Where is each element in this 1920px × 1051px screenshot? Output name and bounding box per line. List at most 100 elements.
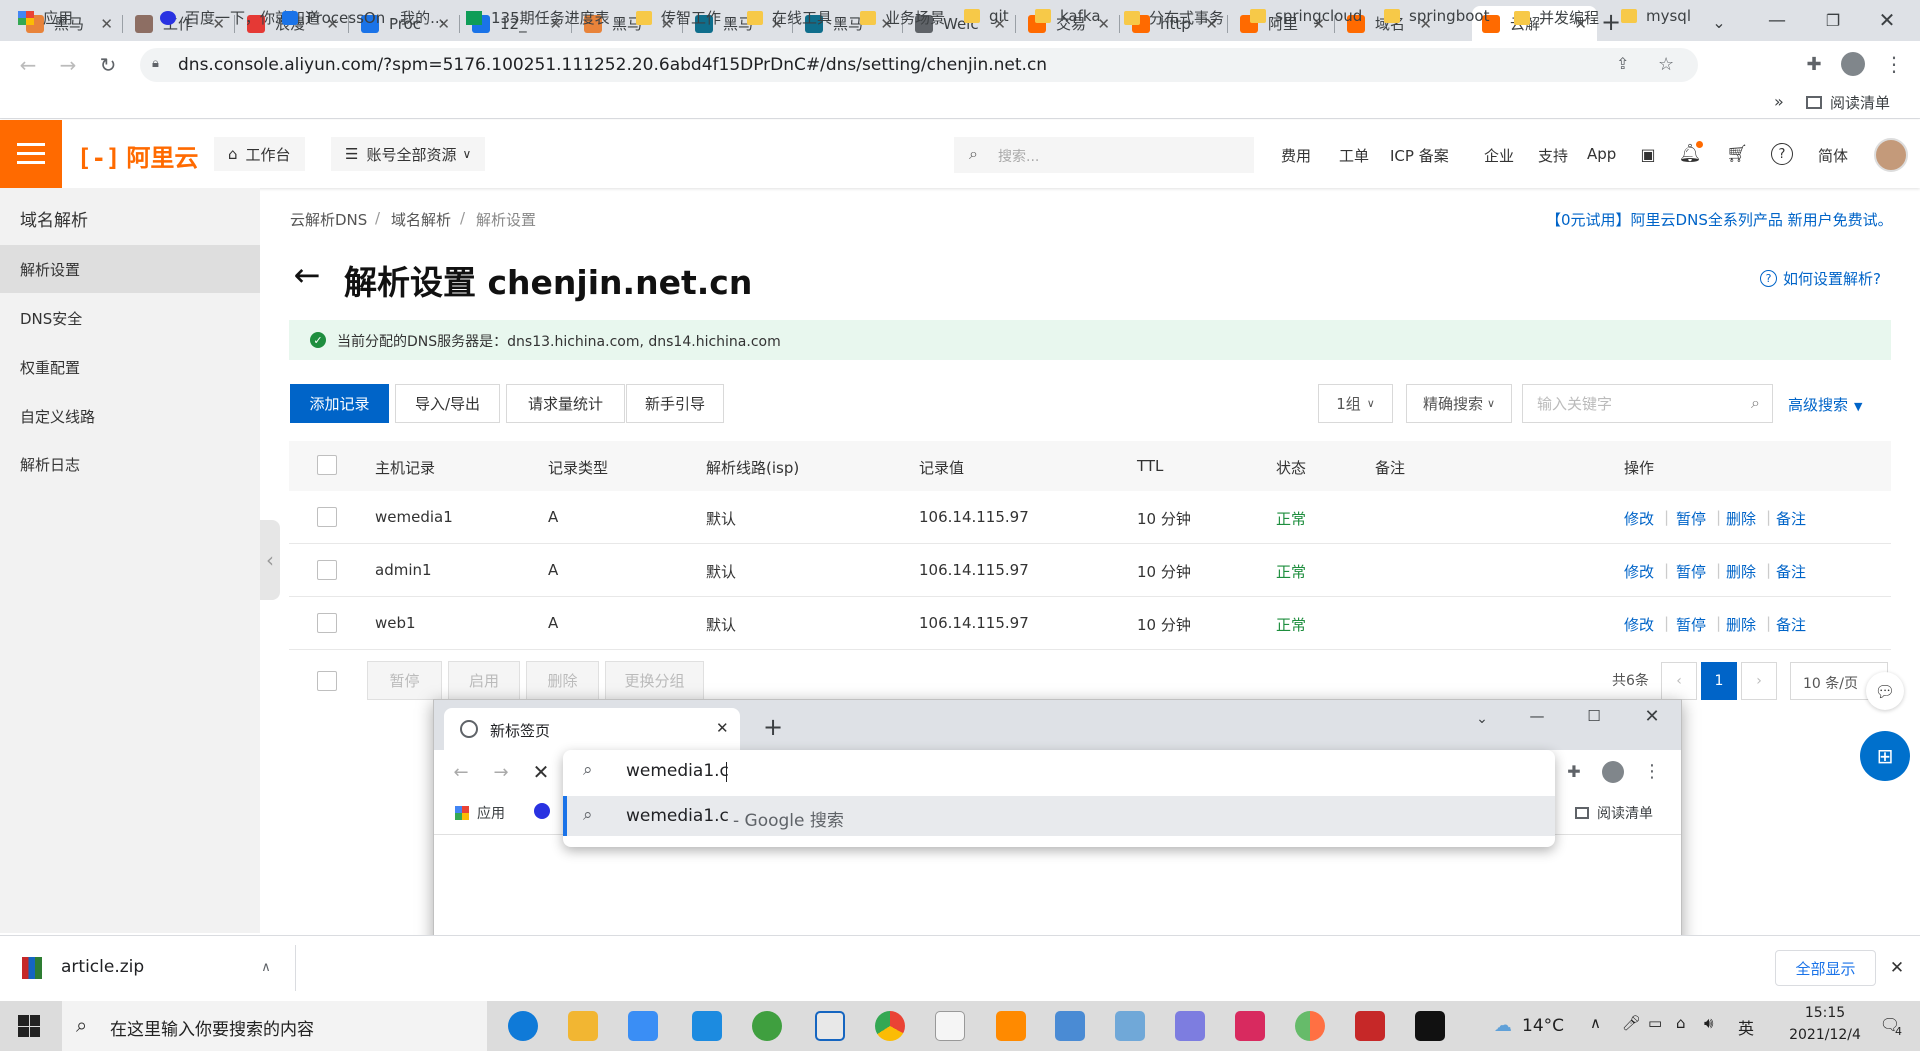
bulk-select-checkbox[interactable]	[317, 671, 337, 691]
header-nav-item[interactable]: 费用	[1281, 145, 1311, 166]
import-export-button[interactable]: 导入/导出	[395, 384, 500, 423]
remote-desktop-icon[interactable]	[1055, 1011, 1085, 1041]
add-record-button[interactable]: 添加记录	[290, 384, 389, 423]
bookmark-item[interactable]: 135期任务进度表	[466, 7, 610, 28]
network-icon[interactable]: ⌂	[1676, 1014, 1686, 1032]
extensions-icon[interactable]: ✚	[1800, 50, 1828, 78]
orange-app-icon[interactable]	[996, 1011, 1026, 1041]
utorrent-icon[interactable]	[752, 1011, 782, 1041]
breadcrumb-domain[interactable]: 域名解析	[391, 209, 451, 230]
bookmark-item[interactable]: 应用	[18, 7, 73, 28]
popup-forward-icon[interactable]: →	[488, 759, 514, 785]
prev-page-icon[interactable]: ‹	[1661, 662, 1697, 700]
back-arrow-icon[interactable]: ←	[290, 256, 324, 294]
header-nav-item[interactable]: ICP 备案	[1390, 145, 1449, 166]
group-select[interactable]: 1组 ∨	[1318, 384, 1393, 423]
battery-icon[interactable]: ▭	[1648, 1014, 1662, 1032]
taskbar-search-box[interactable]: ⌕ 在这里输入你要搜索的内容	[62, 1001, 487, 1051]
browser-menu-icon[interactable]: ⋮	[1880, 50, 1908, 78]
popup-menu-icon[interactable]: ⋮	[1642, 759, 1662, 783]
popup-tab-search-icon[interactable]: ⌄	[1470, 707, 1494, 731]
row-action-link[interactable]: 暂停	[1676, 614, 1706, 635]
bookmark-item[interactable]: springcloud	[1250, 7, 1362, 25]
file-explorer-icon[interactable]	[568, 1011, 598, 1041]
bookmark-item[interactable]: ProcessOn - 我的...	[282, 7, 444, 28]
header-nav-item[interactable]: 企业	[1484, 145, 1514, 166]
bookmark-item[interactable]: git	[964, 7, 1009, 25]
bookmark-item[interactable]: 并发编程	[1514, 7, 1599, 28]
popup-stop-icon[interactable]: ✕	[528, 759, 554, 785]
aliyun-logo[interactable]: [-] 阿里云	[77, 138, 198, 173]
promo-link[interactable]: 【0元试用】阿里云DNS全系列产品 新用户免费试。	[1546, 209, 1893, 230]
app-window-icon[interactable]	[815, 1011, 845, 1041]
baidu-paw-icon[interactable]	[534, 803, 550, 819]
row-action-link[interactable]: 备注	[1776, 508, 1806, 529]
sidebar-item-logs[interactable]: 解析日志	[0, 440, 260, 488]
windows-start-icon[interactable]	[18, 1015, 40, 1037]
restore-window-button[interactable]: ❐	[1818, 6, 1848, 34]
bookmark-item[interactable]: 传智工作	[636, 7, 721, 28]
popup-tab-close-icon[interactable]: ✕	[716, 719, 729, 737]
resources-dropdown[interactable]: ☰ 账号全部资源 ∨	[331, 137, 486, 171]
current-page[interactable]: 1	[1701, 662, 1737, 700]
profile-avatar-icon[interactable]	[1841, 52, 1865, 76]
weather-temp[interactable]: 14°C	[1522, 1016, 1564, 1036]
row-action-link[interactable]: 修改	[1624, 561, 1654, 582]
user-avatar[interactable]	[1874, 138, 1908, 172]
show-all-downloads-button[interactable]: 全部显示	[1775, 950, 1876, 986]
next-page-icon[interactable]: ›	[1741, 662, 1777, 700]
workbench-button[interactable]: ⌂ 工作台	[214, 137, 305, 171]
advanced-search-link[interactable]: 高级搜索 ▼	[1788, 394, 1862, 415]
notepad-icon[interactable]	[1115, 1011, 1145, 1041]
popup-address-input[interactable]: ⌕ wemedia1.c	[563, 750, 1555, 794]
row-action-link[interactable]: 删除	[1726, 614, 1756, 635]
breadcrumb-dns[interactable]: 云解析DNS	[290, 209, 367, 230]
terminal-icon[interactable]: ▣	[1637, 143, 1659, 165]
close-download-bar-icon[interactable]: ✕	[1886, 957, 1908, 979]
edge-icon[interactable]	[508, 1011, 538, 1041]
clock-date[interactable]: 2021/12/4	[1780, 1027, 1870, 1043]
row-action-link[interactable]: 备注	[1776, 561, 1806, 582]
row-checkbox[interactable]	[317, 507, 337, 527]
tray-chevron-up-icon[interactable]: ∧	[1590, 1014, 1601, 1032]
help-link[interactable]: ? 如何设置解析?	[1760, 268, 1881, 289]
sidebar-item-dns-settings[interactable]: 解析设置	[0, 245, 260, 293]
download-chevron-up-icon[interactable]: ∧	[256, 957, 276, 977]
minimize-window-button[interactable]: —	[1762, 6, 1792, 34]
bulk-pause-button[interactable]: 暂停	[367, 661, 442, 700]
sidebar-item-dns-security[interactable]: DNS安全	[0, 294, 260, 342]
tab-close-icon[interactable]: ✕	[100, 15, 113, 33]
popup-maximize-button[interactable]: ☐	[1582, 704, 1606, 728]
popup-new-tab-button[interactable]: +	[760, 713, 786, 741]
bookmark-item[interactable]: mysql	[1621, 7, 1691, 25]
typora-icon[interactable]	[935, 1011, 965, 1041]
dolphin-icon[interactable]	[1175, 1011, 1205, 1041]
microphone-icon[interactable]: 🎤︎	[1622, 1014, 1641, 1032]
vm-icon[interactable]	[692, 1011, 722, 1041]
ms-store-icon[interactable]	[628, 1011, 658, 1041]
chat-icon[interactable]: 💬︎	[1866, 672, 1904, 710]
popup-profile-icon[interactable]	[1602, 761, 1624, 783]
request-stats-button[interactable]: 请求量统计	[506, 384, 625, 423]
header-search-input[interactable]: ⌕ 搜索...	[954, 137, 1254, 173]
popup-minimize-button[interactable]: —	[1525, 704, 1549, 728]
keyword-search-input[interactable]: 输入关键字 ⌕	[1522, 384, 1773, 423]
bookmark-item[interactable]: 分布式事务	[1124, 7, 1224, 28]
row-action-link[interactable]: 删除	[1726, 561, 1756, 582]
row-checkbox[interactable]	[317, 613, 337, 633]
row-action-link[interactable]: 修改	[1624, 508, 1654, 529]
language-switch[interactable]: 简体	[1818, 145, 1848, 166]
sidebar-collapse-handle[interactable]: ‹	[260, 520, 280, 600]
row-checkbox[interactable]	[317, 560, 337, 580]
sidebar-item-weight[interactable]: 权重配置	[0, 343, 260, 391]
forward-icon[interactable]: →	[54, 51, 82, 79]
popup-tab-new[interactable]: 新标签页 ✕	[444, 708, 740, 750]
volume-icon[interactable]: 🔊︎	[1704, 1014, 1713, 1032]
select-all-checkbox[interactable]	[317, 455, 337, 475]
bookmark-item[interactable]: 在线工具	[747, 7, 832, 28]
help-icon[interactable]: ?	[1771, 143, 1793, 165]
bulk-delete-button[interactable]: 删除	[526, 661, 599, 700]
address-bar[interactable]: 🔒︎ dns.console.aliyun.com/?spm=5176.1002…	[140, 48, 1698, 82]
popup-reading-list[interactable]: 阅读清单	[1575, 803, 1653, 823]
bulk-change-group-button[interactable]: 更换分组	[605, 661, 704, 700]
